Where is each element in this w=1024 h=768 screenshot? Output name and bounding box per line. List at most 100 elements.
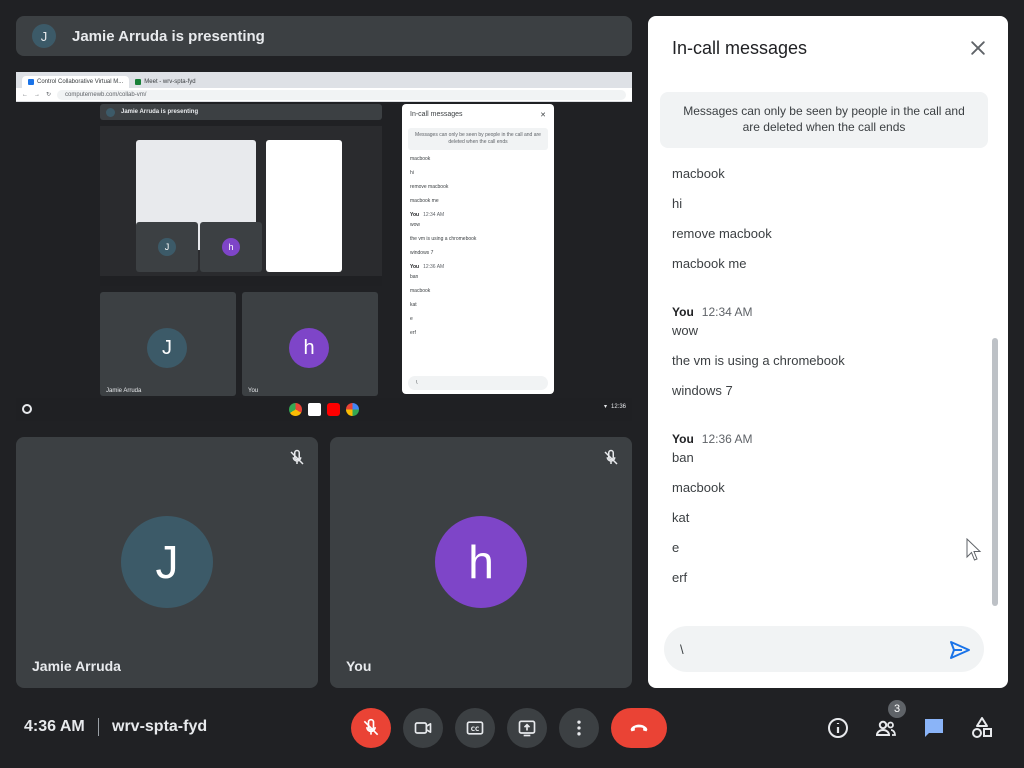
people-icon[interactable] [874, 716, 898, 740]
os-shelf: ▾ 12:36 [16, 398, 632, 421]
browser-tab: Meet - wrv-spta-fyd [129, 76, 201, 88]
meet-favicon-icon [135, 79, 142, 85]
wifi-icon: ▾ [603, 404, 607, 410]
avatar: h [435, 516, 527, 608]
nested-presenting-banner: Jamie Arruda is presenting [100, 104, 382, 120]
avatar: J [121, 516, 213, 608]
deep-shelf [100, 276, 382, 286]
svg-text:CC: CC [471, 727, 480, 733]
nested-chat-message: e [410, 316, 413, 322]
nested-chat-message: erf [410, 330, 416, 336]
info-icon[interactable] [826, 716, 850, 740]
nested-chat-message: remove macbook [410, 184, 449, 190]
chat-message: macbook [672, 166, 725, 181]
participant-name: Jamie Arruda [32, 658, 121, 674]
nested-avatar: J [147, 328, 187, 368]
microphone-toggle-button[interactable] [351, 708, 391, 748]
nested-shared-screen: J h [100, 126, 382, 286]
chat-scrollbar[interactable] [992, 338, 998, 606]
photos-icon [346, 403, 359, 416]
nested-chat-message: windows 7 [410, 250, 434, 256]
send-icon[interactable] [948, 638, 972, 662]
forward-icon: → [34, 91, 40, 98]
browser-tab-label: Control Collaborative Virtual M... [37, 79, 124, 85]
url-field: computernewb.com/collab-vm/ [57, 89, 626, 100]
mouse-cursor-icon [966, 538, 982, 561]
nested-chat-message: wow [410, 222, 421, 228]
participant-tile-jamie[interactable]: J Jamie Arruda [16, 437, 318, 688]
chat-message: remove macbook [672, 226, 772, 241]
presenting-text: Jamie Arruda is presenting [72, 27, 265, 45]
launcher-icon [22, 404, 32, 414]
chat-message: windows 7 [672, 383, 733, 398]
nested-chat-message: macbook [410, 288, 431, 294]
nested-banner-text: Jamie Arruda is presenting [121, 109, 199, 115]
nested-chat-message: macbook [410, 156, 431, 162]
nested-chat-note: Messages can only be seen by people in t… [408, 128, 548, 150]
camera-icon [414, 722, 432, 734]
gmail-icon [308, 403, 321, 416]
nested-avatar [106, 107, 115, 117]
deep-chat-panel [266, 140, 342, 272]
tab-favicon-icon [28, 79, 34, 85]
browser-tab-strip: Control Collaborative Virtual M... Meet … [16, 72, 632, 88]
chat-message: hi [672, 196, 683, 211]
participant-tile-you[interactable]: h You [330, 437, 632, 688]
nested-avatar: h [289, 328, 329, 368]
nested-chat-input: \ [408, 376, 548, 390]
message-time: 12:34 AM [701, 305, 753, 319]
chat-message: ban [672, 450, 694, 465]
present-screen-icon [518, 720, 536, 737]
present-screen-button[interactable] [507, 708, 547, 748]
close-icon: ✕ [540, 112, 546, 119]
browser-address-bar: ← → ↻ computernewb.com/collab-vm/ [16, 88, 632, 102]
presenting-banner[interactable]: J Jamie Arruda is presenting [16, 16, 632, 56]
chat-icon[interactable] [922, 716, 946, 740]
shelf-time: 12:36 [610, 403, 626, 410]
system-tray: ▾ 12:36 [603, 403, 626, 411]
nested-chat-panel: In-call messages ✕ Messages can only be s… [402, 104, 554, 394]
chat-title: In-call messages [672, 38, 808, 58]
camera-toggle-button[interactable] [403, 708, 443, 748]
chrome-icon [289, 403, 302, 416]
presenter-avatar: J [32, 24, 56, 48]
deep-avatar: J [158, 238, 176, 256]
nested-chat-message: hi [410, 170, 414, 176]
nested-chat-message: ban [410, 274, 419, 280]
nested-tile-name: Jamie Arruda [106, 388, 142, 394]
chat-privacy-note: Messages can only be seen by people in t… [660, 92, 988, 148]
reload-icon: ↻ [46, 92, 52, 98]
nested-tile-name: You [248, 388, 259, 394]
nested-chat-message: kat [410, 302, 417, 308]
chat-message: e [672, 540, 680, 555]
nested-chat-header: In-call messages ✕ [402, 104, 554, 126]
chat-message: erf [672, 570, 688, 585]
nested-tile-jamie: J Jamie Arruda [100, 292, 236, 396]
chat-message: macbook [672, 480, 725, 495]
nested-meet-window: Jamie Arruda is presenting J h J Jamie A… [96, 102, 556, 398]
mic-off-icon [604, 449, 618, 465]
chat-message: wow [672, 323, 699, 338]
nested-chat-message: the vm is using a chromebook [410, 236, 477, 242]
meeting-code: wrv-spta-fyd [112, 718, 208, 735]
more-options-button[interactable] [559, 708, 599, 748]
activities-icon[interactable] [970, 716, 994, 740]
meeting-clock: 4:36 AM [24, 718, 85, 735]
nested-chat-title: In-call messages [410, 111, 463, 118]
leave-call-button[interactable] [611, 708, 667, 748]
captions-button[interactable]: CC [455, 708, 495, 748]
deep-avatar: h [222, 238, 240, 256]
chat-message: the vm is using a chromebook [672, 353, 845, 368]
chat-input[interactable]: \ [664, 626, 984, 672]
close-icon[interactable] [968, 38, 988, 58]
browser-tab-label: Meet - wrv-spta-fyd [144, 79, 196, 85]
chat-panel: In-call messages Messages can only be se… [648, 16, 1008, 688]
message-time: 12:36 AM [701, 432, 753, 446]
participant-count-badge: 3 [888, 700, 906, 718]
divider [98, 718, 99, 736]
nested-chat-message: macbook me [410, 198, 439, 204]
participant-name: You [346, 658, 372, 674]
browser-tab: Control Collaborative Virtual M... [22, 76, 130, 88]
end-call-icon [630, 724, 648, 732]
chat-message-sender: You 12:34 AM [672, 305, 752, 319]
